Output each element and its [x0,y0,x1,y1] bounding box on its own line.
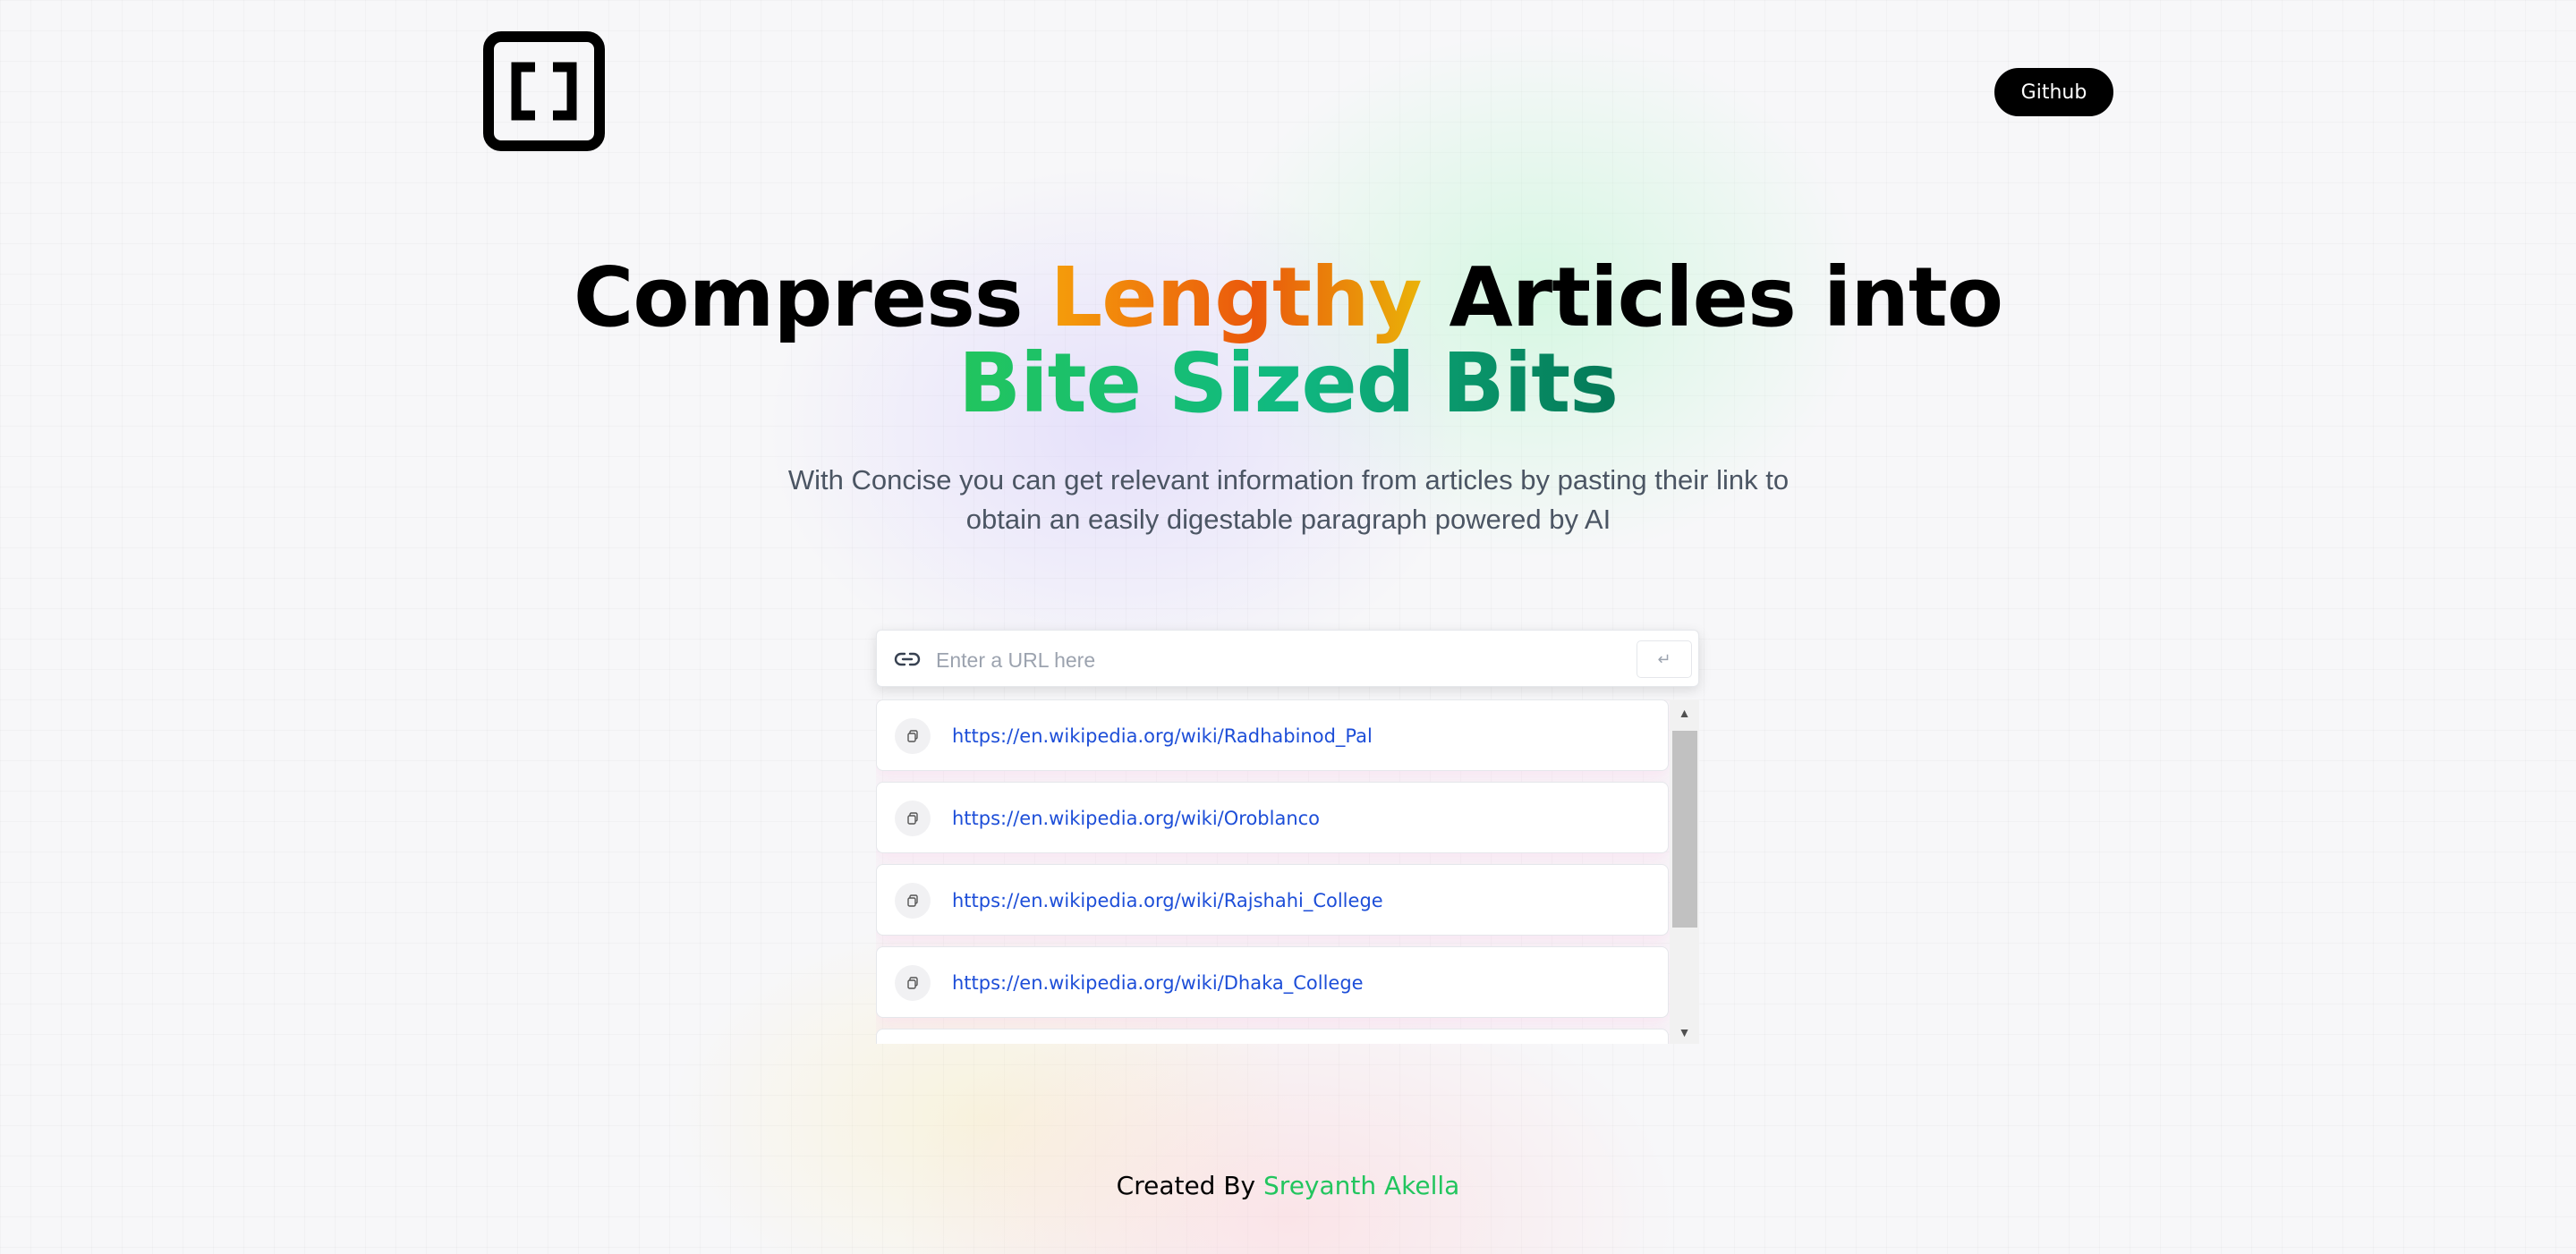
scrollbar[interactable]: ▲ ▼ [1670,699,1699,1044]
scroll-up-arrow-icon[interactable]: ▲ [1670,703,1699,723]
copy-button[interactable] [895,883,931,919]
copy-icon [907,977,918,989]
hero-description: With Concise you can get relevant inform… [787,464,1790,535]
history-url[interactable]: https://en.wikipedia.org/wiki/Radhabinod… [952,700,1373,772]
copy-icon [907,812,918,825]
copy-button[interactable] [895,718,931,754]
history-item[interactable]: https://en.wikipedia.org/wiki/Rajshahi_C… [876,864,1669,936]
history-url[interactable]: https://en.wikipedia.org/wiki/Dhaka_Coll… [952,947,1364,1019]
logo-icon[interactable] [483,31,605,151]
submit-button[interactable]: ↵ [1637,640,1692,678]
footer: Created By Sreyanth Akella [0,1171,2576,1200]
copy-button[interactable] [895,801,931,836]
copy-icon [907,894,918,907]
copy-icon [907,730,918,742]
page-title: Compress Lengthy Articles into Bite Size… [0,255,2576,427]
history-item[interactable]: https://en.wikipedia.org/wiki/Dhaka_Coll… [876,946,1669,1018]
title-line-2: Bite Sized Bits [957,335,1619,431]
footer-prefix: Created By [1116,1171,1264,1200]
scroll-down-arrow-icon[interactable]: ▼ [1670,1022,1699,1042]
link-icon [894,652,921,666]
history-item-partial[interactable] [876,1029,1669,1044]
history-list: https://en.wikipedia.org/wiki/Radhabinod… [876,699,1699,1044]
history-url[interactable]: https://en.wikipedia.org/wiki/Oroblanco [952,783,1320,854]
url-search-form: ↵ [876,630,1699,687]
enter-icon: ↵ [1657,649,1671,668]
title-part-1: Compress [573,250,1050,345]
github-button[interactable]: Github [1994,68,2113,116]
scrollbar-thumb[interactable] [1672,731,1697,928]
url-input[interactable] [934,640,1618,681]
footer-author-link[interactable]: Sreyanth Akella [1263,1171,1459,1200]
title-highlight: Lengthy [1050,250,1423,345]
history-item[interactable]: https://en.wikipedia.org/wiki/Radhabinod… [876,699,1669,771]
copy-button[interactable] [895,965,931,1001]
history-item[interactable]: https://en.wikipedia.org/wiki/Oroblanco [876,782,1669,853]
history-url[interactable]: https://en.wikipedia.org/wiki/Rajshahi_C… [952,865,1383,936]
page: Github Compress Lengthy Articles into Bi… [0,0,2576,1254]
title-part-2: Articles into [1421,250,2004,345]
